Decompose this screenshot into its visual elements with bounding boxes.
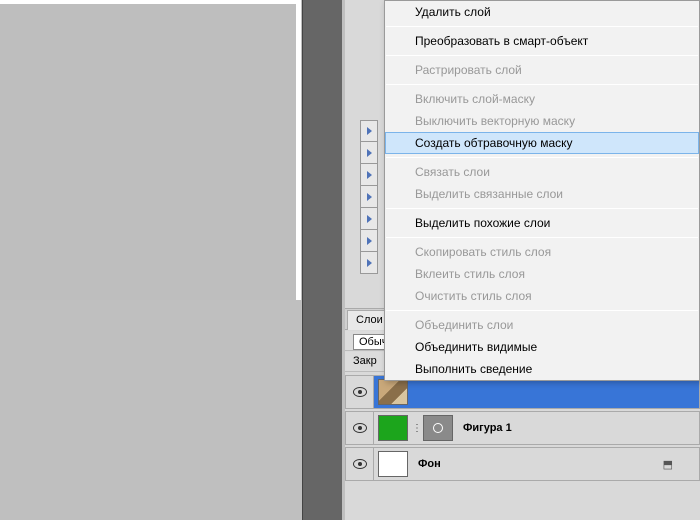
layer-name[interactable]: Фигура 1 — [463, 422, 512, 434]
menu-separator — [386, 55, 698, 56]
play-icon — [367, 149, 372, 157]
menu-item: Очистить стиль слоя — [385, 285, 699, 307]
layer-context-menu: Удалить слой Преобразовать в смарт-объект… — [384, 0, 700, 381]
link-icon: ⋮ — [411, 415, 423, 441]
expand-toggle[interactable] — [360, 252, 378, 274]
layers-list: ⋮ Фигура 1 Фон ⬒ — [345, 375, 700, 483]
lock-label: Закр — [353, 355, 377, 367]
eye-icon — [353, 423, 367, 433]
menu-item[interactable]: Создать обтравочную маску — [385, 132, 699, 154]
layer-thumbnail[interactable] — [378, 451, 408, 477]
eye-icon — [353, 459, 367, 469]
layer-row[interactable]: Фон ⬒ — [345, 447, 700, 481]
mask-dot-icon — [433, 423, 443, 433]
menu-item: Связать слои — [385, 161, 699, 183]
visibility-toggle[interactable] — [346, 448, 374, 480]
menu-item[interactable]: Преобразовать в смарт-объект — [385, 30, 699, 52]
menu-item: Растрировать слой — [385, 59, 699, 81]
layer-thumbnail[interactable] — [378, 379, 408, 405]
menu-item[interactable]: Выделить похожие слои — [385, 212, 699, 234]
menu-separator — [386, 310, 698, 311]
menu-separator — [386, 157, 698, 158]
menu-separator — [386, 237, 698, 238]
lock-icon: ⬒ — [663, 458, 673, 471]
expand-toggle[interactable] — [360, 186, 378, 208]
play-icon — [367, 215, 372, 223]
menu-separator — [386, 84, 698, 85]
expand-toggle[interactable] — [360, 208, 378, 230]
layer-name[interactable]: Фон — [418, 458, 441, 470]
expand-toggle[interactable] — [360, 120, 378, 142]
menu-separator — [386, 26, 698, 27]
canvas-edge-top — [0, 0, 300, 4]
expand-toggle[interactable] — [360, 230, 378, 252]
visibility-toggle[interactable] — [346, 376, 374, 408]
play-icon — [367, 259, 372, 267]
panel-toggle-stack — [360, 120, 378, 274]
expand-toggle[interactable] — [360, 164, 378, 186]
menu-item[interactable]: Удалить слой — [385, 1, 699, 23]
play-icon — [367, 193, 372, 201]
menu-item: Включить слой-маску — [385, 88, 699, 110]
expand-toggle[interactable] — [360, 142, 378, 164]
visibility-toggle[interactable] — [346, 412, 374, 444]
menu-item: Выделить связанные слои — [385, 183, 699, 205]
play-icon — [367, 237, 372, 245]
eye-icon — [353, 387, 367, 397]
menu-item[interactable]: Выполнить сведение — [385, 358, 699, 380]
menu-item[interactable]: Объединить видимые — [385, 336, 699, 358]
menu-item: Вклеить стиль слоя — [385, 263, 699, 285]
document-canvas[interactable] — [0, 0, 300, 300]
vector-mask-thumbnail[interactable] — [423, 415, 453, 441]
menu-item: Выключить векторную маску — [385, 110, 699, 132]
menu-item: Скопировать стиль слоя — [385, 241, 699, 263]
menu-separator — [386, 208, 698, 209]
menu-item: Объединить слои — [385, 314, 699, 336]
layer-thumbnail[interactable] — [378, 415, 408, 441]
play-icon — [367, 127, 372, 135]
canvas-edge-right — [296, 0, 301, 300]
play-icon — [367, 171, 372, 179]
layer-row[interactable]: ⋮ Фигура 1 — [345, 411, 700, 445]
workspace-gap — [302, 0, 342, 520]
